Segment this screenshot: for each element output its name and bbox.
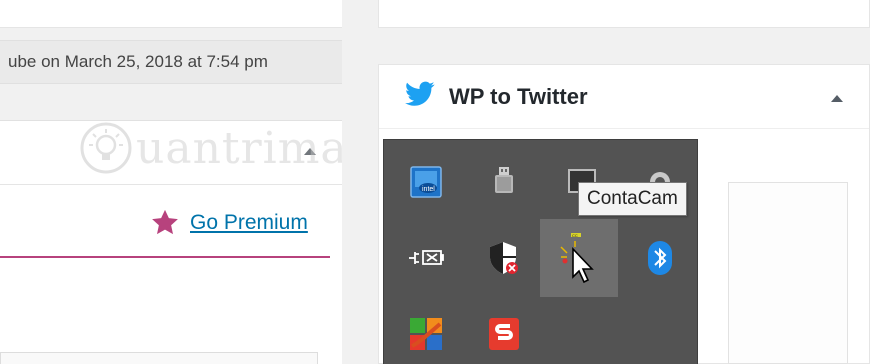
premium-postbox xyxy=(0,120,342,364)
main-content-column: ube on March 25, 2018 at 7:54 pm Go Prem… xyxy=(0,0,342,364)
avg-antivirus-icon[interactable] xyxy=(387,295,465,364)
contacam-tooltip: ContaCam xyxy=(578,182,687,216)
svg-text:CC: CC xyxy=(572,233,578,238)
usb-safely-remove-icon[interactable] xyxy=(465,143,543,221)
sidebar-top-card xyxy=(378,0,870,28)
intel-graphics-icon[interactable]: intel xyxy=(387,143,465,221)
bluetooth-icon[interactable] xyxy=(621,219,699,297)
wp-to-twitter-header[interactable]: WP to Twitter xyxy=(379,65,869,129)
twitter-bird-icon xyxy=(405,81,435,112)
contacam-cursor-icon[interactable]: CC xyxy=(540,219,618,297)
collapse-arrow-icon[interactable] xyxy=(304,148,316,155)
top-card xyxy=(0,0,342,28)
postbox-header[interactable] xyxy=(0,121,342,185)
power-plug-icon[interactable] xyxy=(387,219,465,297)
windows-security-alert-icon[interactable] xyxy=(465,219,543,297)
divider xyxy=(0,256,330,258)
bottom-field[interactable] xyxy=(0,352,318,364)
twitter-content-box xyxy=(728,182,848,364)
publish-meta-text: ube on March 25, 2018 at 7:54 pm xyxy=(0,40,342,84)
go-premium-link[interactable]: Go Premium xyxy=(190,211,308,235)
svg-text:intel: intel xyxy=(422,186,435,193)
system-tray-overflow: intel CC xyxy=(384,140,697,364)
collapse-arrow-icon[interactable] xyxy=(831,95,843,102)
sublime-s-icon[interactable] xyxy=(465,295,543,364)
star-icon xyxy=(150,208,180,238)
go-premium-row: Go Premium xyxy=(150,206,308,240)
wp-to-twitter-title: WP to Twitter xyxy=(449,83,588,109)
